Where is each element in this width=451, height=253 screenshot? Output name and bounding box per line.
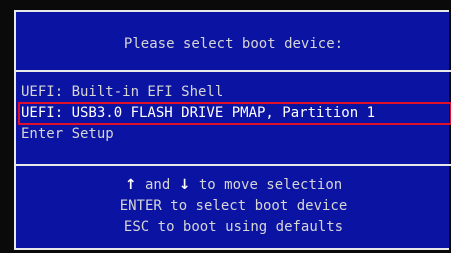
help-enter-select: ENTER to select boot device	[119, 198, 348, 214]
boot-menu: UEFI: Built-in EFI Shell UEFI: USB3.0 FL…	[18, 82, 451, 145]
up-arrow-icon: ↑	[124, 177, 137, 193]
bios-screen: Please select boot device: UEFI: Built-i…	[0, 0, 451, 253]
help-divider	[16, 164, 451, 166]
dialog-title: Please select boot device:	[123, 36, 344, 52]
title-divider	[16, 70, 451, 72]
boot-option-enter-setup[interactable]: Enter Setup	[19, 124, 451, 145]
help-and-text: and	[136, 177, 179, 193]
help-text: ↑ and ↓ to move selection ENTER to selec…	[16, 175, 451, 238]
boot-option-usb-flash-drive[interactable]: UEFI: USB3.0 FLASH DRIVE PMAP, Partition…	[18, 102, 451, 125]
help-move-text: to move selection	[190, 177, 343, 193]
help-esc-defaults: ESC to boot using defaults	[123, 219, 344, 235]
boot-device-dialog: Please select boot device: UEFI: Built-i…	[14, 10, 451, 250]
boot-option-efi-shell[interactable]: UEFI: Built-in EFI Shell	[19, 82, 451, 103]
help-move-selection: ↑ and ↓ to move selection	[16, 175, 451, 196]
down-arrow-icon: ↓	[178, 177, 191, 193]
